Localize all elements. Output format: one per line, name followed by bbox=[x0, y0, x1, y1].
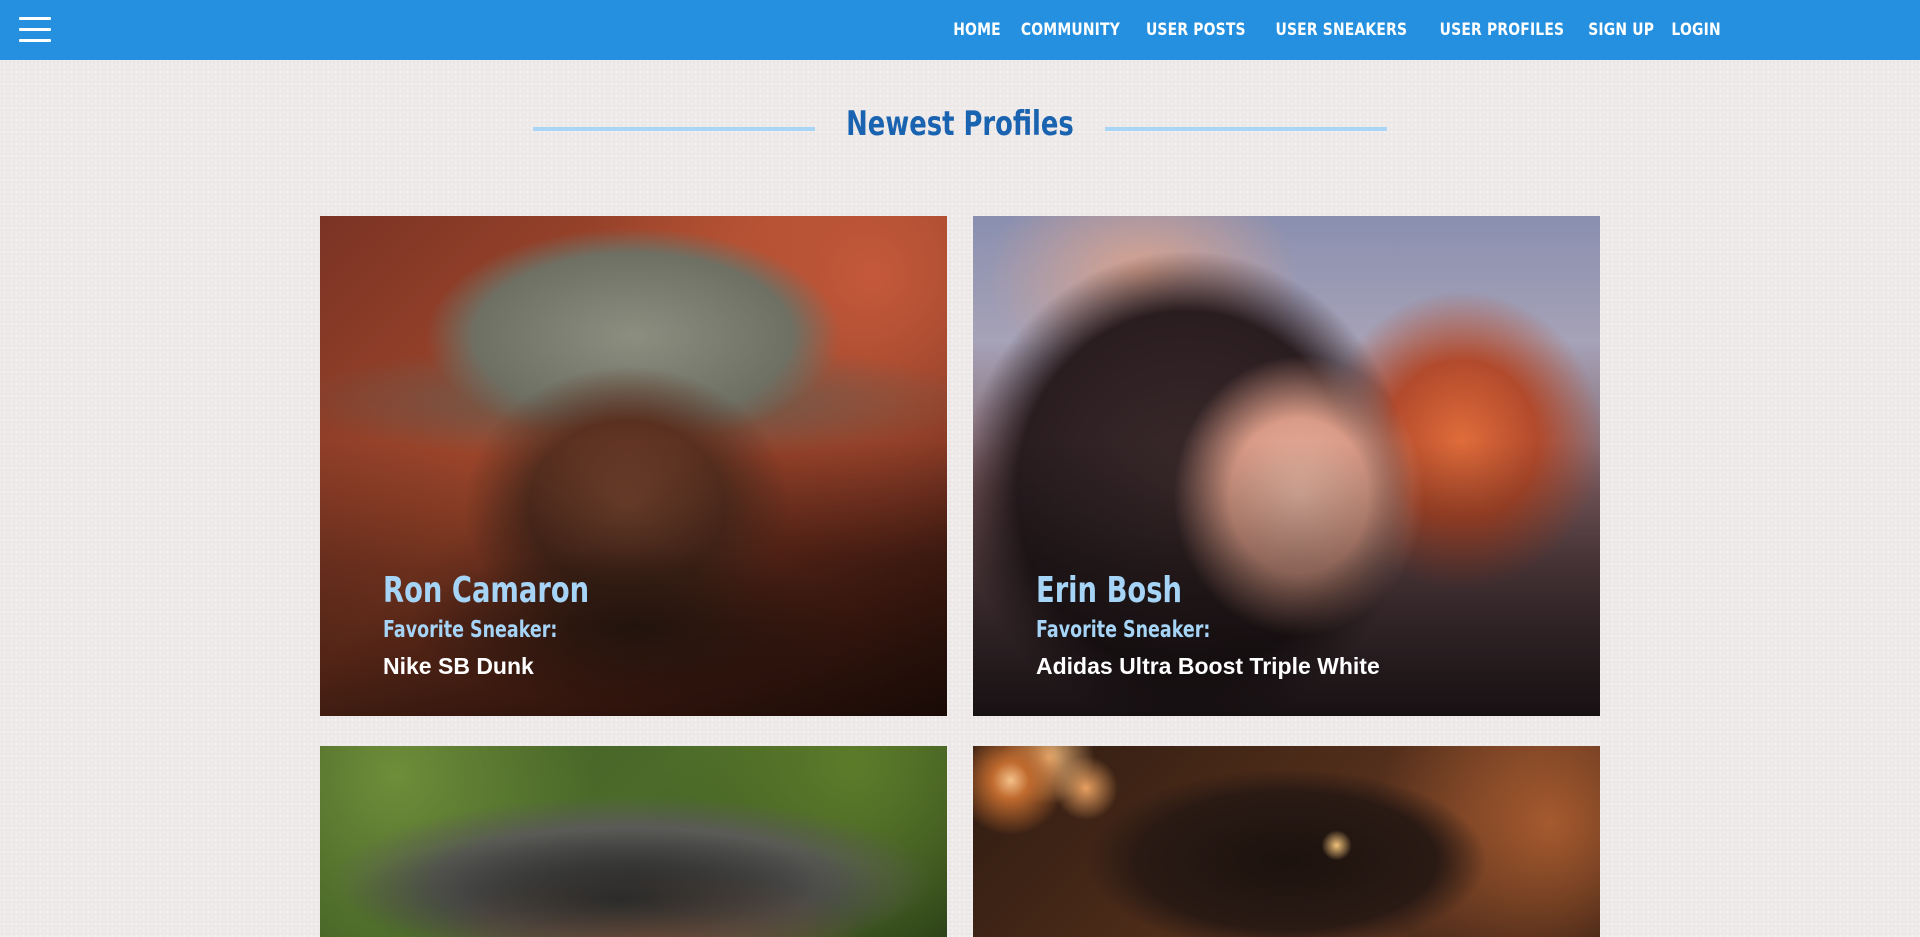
profile-card-3[interactable] bbox=[320, 746, 947, 937]
top-navbar: HOME COMMUNITY USER POSTS USER SNEAKERS … bbox=[0, 0, 1920, 60]
profile-name[interactable]: Ron Camaron bbox=[383, 570, 589, 611]
profile-photo bbox=[320, 746, 947, 937]
profile-card-erin-bosh[interactable]: Erin Bosh Favorite Sneaker: Adidas Ultra… bbox=[973, 216, 1600, 716]
profile-info: Ron Camaron Favorite Sneaker: Nike SB Du… bbox=[383, 570, 654, 680]
section-header: Newest Profiles bbox=[533, 100, 1387, 154]
hamburger-bar bbox=[19, 28, 51, 31]
profile-photo bbox=[973, 746, 1600, 937]
favorite-sneaker-label: Favorite Sneaker: bbox=[383, 617, 558, 643]
hamburger-bar bbox=[19, 39, 51, 42]
nav-link-login[interactable]: LOGIN bbox=[1671, 20, 1720, 40]
main-nav: HOME COMMUNITY USER POSTS USER SNEAKERS … bbox=[954, 0, 1721, 60]
profile-name[interactable]: Erin Bosh bbox=[1036, 570, 1297, 611]
hamburger-bar bbox=[19, 17, 51, 20]
favorite-sneaker-label: Favorite Sneaker: bbox=[1036, 617, 1211, 643]
header-divider-right bbox=[1105, 127, 1387, 131]
favorite-sneaker-value: Adidas Ultra Boost Triple White bbox=[1036, 653, 1380, 679]
profile-card-4[interactable] bbox=[973, 746, 1600, 937]
section-title: Newest Profiles bbox=[846, 104, 1074, 144]
favorite-sneaker-value: Nike SB Dunk bbox=[383, 653, 534, 679]
nav-link-user-sneakers[interactable]: USER SNEAKERS bbox=[1275, 20, 1407, 40]
nav-link-home[interactable]: HOME bbox=[954, 20, 1002, 40]
profile-info: Erin Bosh Favorite Sneaker: Adidas Ultra… bbox=[1036, 570, 1380, 680]
nav-link-user-posts[interactable]: USER POSTS bbox=[1146, 20, 1246, 40]
hamburger-menu-icon[interactable] bbox=[19, 17, 51, 42]
nav-link-sign-up[interactable]: SIGN UP bbox=[1589, 20, 1655, 40]
nav-link-user-profiles[interactable]: USER PROFILES bbox=[1439, 20, 1564, 40]
profile-card-ron-camaron[interactable]: Ron Camaron Favorite Sneaker: Nike SB Du… bbox=[320, 216, 947, 716]
nav-link-community[interactable]: COMMUNITY bbox=[1021, 20, 1120, 40]
